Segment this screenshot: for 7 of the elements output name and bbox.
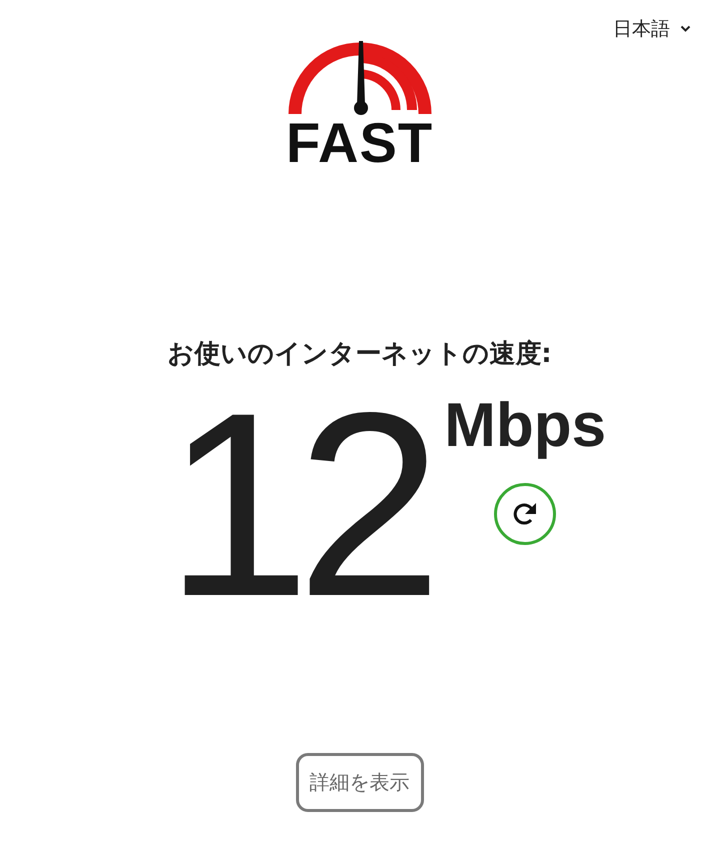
logo-text: FAST	[286, 118, 434, 168]
language-dropdown[interactable]: 日本語	[613, 16, 691, 42]
speed-value: 12	[164, 385, 428, 625]
show-details-button[interactable]: 詳細を表示	[296, 753, 424, 812]
headline: お使いのインターネットの速度:	[167, 338, 552, 371]
speed-unit: Mbps	[444, 391, 606, 461]
chevron-icon	[680, 25, 691, 33]
